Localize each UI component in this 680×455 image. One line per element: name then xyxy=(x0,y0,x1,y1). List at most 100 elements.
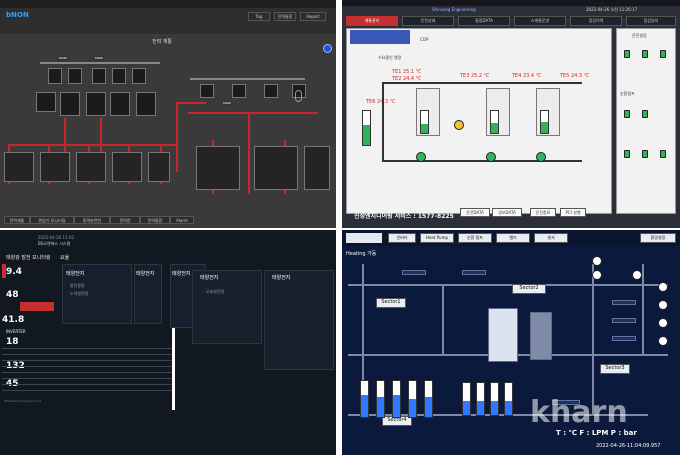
pump-icon[interactable] xyxy=(658,282,668,292)
card-title: 태양전지 xyxy=(172,271,191,277)
tag-button[interactable]: Tag xyxy=(248,12,270,21)
feeder-panel[interactable] xyxy=(76,152,106,182)
sector2-button[interactable]: Sector2 xyxy=(512,284,546,294)
table-divider xyxy=(2,372,172,373)
storage-tank[interactable] xyxy=(530,312,552,360)
table-divider xyxy=(2,378,172,379)
tab-inspection[interactable]: 점검이력 xyxy=(570,16,622,26)
status-lamp-icon xyxy=(624,110,630,118)
breaker[interactable] xyxy=(200,84,214,98)
tab-power-system[interactable]: 전력계통 xyxy=(4,216,30,224)
table-divider xyxy=(2,360,172,361)
main-breaker[interactable] xyxy=(86,92,106,116)
sensor-readout xyxy=(612,318,636,323)
feeder-panel[interactable] xyxy=(196,146,240,190)
value-4: 18 xyxy=(6,337,19,347)
status-lamp-icon xyxy=(642,110,648,118)
pump-icon[interactable] xyxy=(454,120,464,130)
tab-heat-pump[interactable]: Heat Pump xyxy=(420,233,454,243)
tab-energy[interactable]: 전력량 xyxy=(110,216,140,224)
settings-title: 운전설정 xyxy=(632,33,647,38)
tank-level xyxy=(420,110,429,134)
tab-valve[interactable]: 밸브 xyxy=(496,233,530,243)
sensor-readout xyxy=(462,270,486,275)
tank-level xyxy=(540,110,549,134)
pump-icon[interactable] xyxy=(658,300,668,310)
pci-button[interactable]: PCI 실행 xyxy=(560,208,586,217)
panel-label: MAIN xyxy=(94,56,104,61)
supply-pipe xyxy=(382,82,582,84)
pump-icon[interactable] xyxy=(632,270,642,280)
sensor-readout xyxy=(612,336,636,341)
tab-system[interactable]: 계통관리 xyxy=(346,16,398,26)
energized-line xyxy=(248,112,250,194)
breaker[interactable] xyxy=(68,68,82,84)
tank-level xyxy=(408,380,417,418)
sensor-readout xyxy=(612,300,636,305)
solar-panel-card xyxy=(192,270,262,344)
feeder-panel[interactable] xyxy=(40,152,70,182)
tank-level xyxy=(462,382,471,416)
breaker[interactable] xyxy=(132,68,146,84)
tab-distribution[interactable]: 동력분전반 xyxy=(74,216,110,224)
main-breaker[interactable] xyxy=(136,92,156,116)
pump-icon[interactable] xyxy=(658,318,668,328)
tab-schedule[interactable]: 스케줄운영 xyxy=(514,16,566,26)
feeder-panel[interactable] xyxy=(254,146,298,190)
tab-circulation-pump[interactable]: 순환 펌프 xyxy=(458,233,492,243)
pump-icon[interactable] xyxy=(658,336,668,346)
tank-level xyxy=(476,382,485,416)
main-breaker[interactable] xyxy=(110,92,130,116)
sector1-button[interactable]: Sector1 xyxy=(376,298,406,308)
breaker[interactable] xyxy=(232,84,246,98)
main-breaker[interactable] xyxy=(60,92,80,116)
tank-level xyxy=(504,382,513,416)
tab-settings[interactable]: 환경설정 xyxy=(640,233,676,243)
feeder-panel[interactable] xyxy=(4,152,34,182)
energized-line xyxy=(176,102,206,104)
pump-icon[interactable] xyxy=(592,270,602,280)
brand-logo: bNON xyxy=(6,11,29,19)
tab-alarm[interactable]: Alarm xyxy=(170,216,194,224)
breaker[interactable] xyxy=(48,68,62,84)
return-pipe xyxy=(382,160,582,162)
transformer-icon xyxy=(295,90,302,102)
run-data-button[interactable]: 운전DATA xyxy=(460,208,490,217)
tab-sensor[interactable]: 센서 xyxy=(534,233,568,243)
table-divider xyxy=(2,348,172,349)
stop-button[interactable]: 운전종료 xyxy=(530,208,556,217)
page-title: 전력 계통 xyxy=(152,39,172,45)
tab-bar: 계통관리 운전상태 통합DATA 스케줄운영 점검이력 점검일지 xyxy=(346,16,676,26)
report-button[interactable]: Report xyxy=(300,12,326,21)
card-title: 태양전지 xyxy=(200,275,219,281)
breaker[interactable] xyxy=(264,84,278,98)
tab-transformer[interactable]: 변압기 모니터링 xyxy=(30,216,74,224)
tab-data[interactable]: 통합DATA xyxy=(458,16,510,26)
pipe xyxy=(592,264,594,414)
breaker[interactable] xyxy=(112,68,126,84)
alarm-data-button[interactable]: 경보DATA xyxy=(492,208,522,217)
status-lamp-icon xyxy=(642,150,648,158)
heat-exchanger[interactable] xyxy=(488,308,518,362)
feeder-panel[interactable] xyxy=(304,146,330,190)
main-breaker[interactable] xyxy=(36,92,56,112)
tab-integration[interactable]: 전력통합 xyxy=(140,216,170,224)
sector3-button[interactable]: Sector3 xyxy=(600,364,630,374)
status-lamp-icon xyxy=(624,150,630,158)
power-integration-button[interactable]: 전력통합 xyxy=(274,12,296,21)
tab-inverter[interactable]: 인버터 xyxy=(388,233,416,243)
sensor-readout xyxy=(402,270,426,275)
table-divider xyxy=(2,366,172,367)
tab-log[interactable]: 점검일지 xyxy=(626,16,676,26)
pump-icon[interactable] xyxy=(416,152,426,162)
breaker[interactable] xyxy=(92,68,106,84)
tab-operation[interactable]: 운전상태 xyxy=(402,16,454,26)
temp-te3: TE3 25.2 ℃ xyxy=(460,73,490,79)
pump-icon[interactable] xyxy=(592,256,602,266)
pump-icon[interactable] xyxy=(486,152,496,162)
service-phone: 신성엔지니어링 서비스 : 1577-8225 xyxy=(354,213,454,220)
pump-icon[interactable] xyxy=(536,152,546,162)
feeder-panel[interactable] xyxy=(148,152,170,182)
header-title: Shinsung Engineering xyxy=(432,7,476,12)
feeder-panel[interactable] xyxy=(112,152,142,182)
